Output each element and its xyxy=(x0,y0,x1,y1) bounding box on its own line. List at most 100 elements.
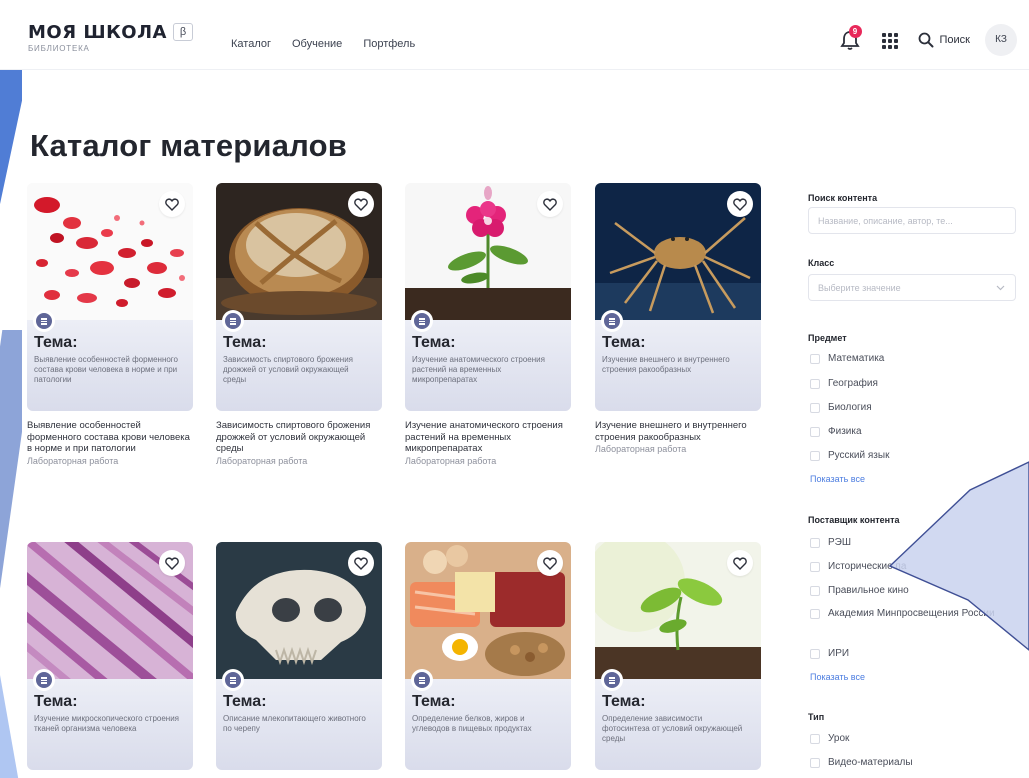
favorite-button[interactable] xyxy=(727,191,753,217)
search-content-heading: Поиск контента xyxy=(808,193,878,203)
subject-option-label: Математика xyxy=(828,353,885,364)
checkbox[interactable] xyxy=(810,538,820,548)
topic-heading: Тема: xyxy=(602,693,646,710)
provider-option[interactable]: Академия Минпросвещения России xyxy=(810,607,1008,620)
nav-catalog[interactable]: Каталог xyxy=(231,38,271,50)
favorite-button[interactable] xyxy=(537,191,563,217)
favorite-button[interactable] xyxy=(348,550,374,576)
type-option[interactable]: Видео-материалы xyxy=(810,756,913,769)
search-icon xyxy=(918,32,934,48)
favorite-button[interactable] xyxy=(537,550,563,576)
heart-icon xyxy=(543,556,557,570)
provider-option-label: ИРИ xyxy=(828,648,850,659)
subject-option[interactable]: Математика xyxy=(810,352,884,365)
card-type: Лабораторная работа xyxy=(216,455,308,466)
subject-option-label: Биология xyxy=(828,402,872,413)
apps-grid-icon[interactable] xyxy=(881,31,900,49)
card-media[interactable]: Тема: Описание млекопитающего животного … xyxy=(216,542,382,770)
material-card[interactable]: Тема: Определение зависимости фотосинтез… xyxy=(595,542,761,770)
subject-option[interactable]: Русский язык xyxy=(810,449,889,462)
card-media[interactable]: Тема: Определение белков, жиров и углево… xyxy=(405,542,571,770)
card-title[interactable]: Изучение анатомического строения растени… xyxy=(405,420,571,455)
provider-option[interactable]: РЭШ xyxy=(810,536,851,549)
topic-heading: Тема: xyxy=(412,334,456,351)
content-search-input[interactable] xyxy=(808,207,1016,234)
favorite-button[interactable] xyxy=(348,191,374,217)
checkbox[interactable] xyxy=(810,427,820,437)
checkbox[interactable] xyxy=(810,562,820,572)
document-type-icon xyxy=(222,669,244,691)
subject-option-label: География xyxy=(828,378,878,389)
beta-badge: β xyxy=(172,23,193,41)
material-card[interactable]: Тема: Выявление особенностей форменного … xyxy=(27,183,193,466)
header-actions: 9 Поиск КЗ xyxy=(839,24,1017,56)
type-option[interactable]: Урок xyxy=(810,732,849,745)
nav-learning[interactable]: Обучение xyxy=(292,38,342,50)
card-type: Лабораторная работа xyxy=(405,455,497,466)
document-type-icon xyxy=(411,669,433,691)
notifications-button[interactable]: 9 xyxy=(839,25,862,51)
search-button[interactable]: Поиск xyxy=(918,32,970,48)
show-all-subjects-link[interactable]: Показать все xyxy=(810,474,865,484)
card-topic-panel: Тема: Изучение анатомического строения р… xyxy=(405,320,571,411)
checkbox[interactable] xyxy=(810,758,820,768)
card-media[interactable]: Тема: Изучение микроскопического строени… xyxy=(27,542,193,770)
subject-option[interactable]: География xyxy=(810,377,878,390)
card-media[interactable]: Тема: Зависимость спиртового брожения др… xyxy=(216,183,382,411)
logo[interactable]: МОЯ ШКОЛА β БИБЛИОТЕКА xyxy=(28,22,193,53)
checkbox[interactable] xyxy=(810,379,820,389)
topic-heading: Тема: xyxy=(602,334,646,351)
favorite-button[interactable] xyxy=(159,550,185,576)
checkbox[interactable] xyxy=(810,403,820,413)
type-option-label: Видео-материалы xyxy=(828,757,913,768)
document-type-icon xyxy=(601,310,623,332)
card-media[interactable]: Тема: Изучение внешнего и внутреннего ст… xyxy=(595,183,761,411)
checkbox[interactable] xyxy=(810,609,820,619)
material-card[interactable]: Тема: Зависимость спиртового брожения др… xyxy=(216,183,382,466)
checkbox[interactable] xyxy=(810,354,820,364)
class-select-placeholder: Выберите значение xyxy=(818,283,901,293)
card-topic-panel: Тема: Определение зависимости фотосинтез… xyxy=(595,679,761,770)
card-title[interactable]: Зависимость спиртового брожения дрожжей … xyxy=(216,420,382,455)
material-card[interactable]: Тема: Изучение анатомического строения р… xyxy=(405,183,571,466)
material-card[interactable]: Тема: Определение белков, жиров и углево… xyxy=(405,542,571,770)
topic-text: Определение белков, жиров и углеводов в … xyxy=(412,714,532,733)
card-media[interactable]: Тема: Выявление особенностей форменного … xyxy=(27,183,193,411)
topic-text: Зависимость спиртового брожения дрожжей … xyxy=(223,355,354,384)
card-media[interactable]: Тема: Изучение анатомического строения р… xyxy=(405,183,571,411)
provider-option[interactable]: Исторические па xyxy=(810,560,906,573)
subject-option-label: Физика xyxy=(828,426,862,437)
provider-option[interactable]: ИРИ xyxy=(810,647,849,660)
material-card[interactable]: Тема: Изучение микроскопического строени… xyxy=(27,542,193,770)
checkbox[interactable] xyxy=(810,649,820,659)
checkbox[interactable] xyxy=(810,586,820,596)
avatar[interactable]: КЗ xyxy=(985,24,1017,56)
topic-text: Описание млекопитающего животного по чер… xyxy=(223,714,366,733)
top-header: МОЯ ШКОЛА β БИБЛИОТЕКА Каталог Обучение П… xyxy=(0,0,1029,70)
provider-option-label: РЭШ xyxy=(828,537,852,548)
checkbox[interactable] xyxy=(810,451,820,461)
favorite-button[interactable] xyxy=(159,191,185,217)
topic-text: Изучение анатомического строения растени… xyxy=(412,355,545,384)
topic-text: Определение зависимости фотосинтеза от у… xyxy=(602,714,743,743)
material-card[interactable]: Тема: Изучение внешнего и внутреннего ст… xyxy=(595,183,761,454)
subject-option[interactable]: Биология xyxy=(810,401,872,414)
class-select[interactable]: Выберите значение xyxy=(808,274,1016,301)
type-heading: Тип xyxy=(808,712,825,722)
show-all-providers-link[interactable]: Показать все xyxy=(810,672,865,682)
card-type: Лабораторная работа xyxy=(595,444,687,454)
provider-option[interactable]: Правильное кино xyxy=(810,584,909,597)
topic-heading: Тема: xyxy=(223,693,267,710)
subject-option[interactable]: Физика xyxy=(810,425,862,438)
card-media[interactable]: Тема: Определение зависимости фотосинтез… xyxy=(595,542,761,770)
card-title[interactable]: Изучение внешнего и внутреннего строения… xyxy=(595,420,761,443)
material-card[interactable]: Тема: Описание млекопитающего животного … xyxy=(216,542,382,770)
provider-option-label: Исторические па xyxy=(828,561,907,572)
subject-option-label: Русский язык xyxy=(828,450,890,461)
favorite-button[interactable] xyxy=(727,550,753,576)
heart-icon xyxy=(354,556,368,570)
topic-heading: Тема: xyxy=(412,693,456,710)
checkbox[interactable] xyxy=(810,734,820,744)
card-title[interactable]: Выявление особенностей форменного состав… xyxy=(27,420,193,455)
nav-portfolio[interactable]: Портфель xyxy=(363,38,415,50)
